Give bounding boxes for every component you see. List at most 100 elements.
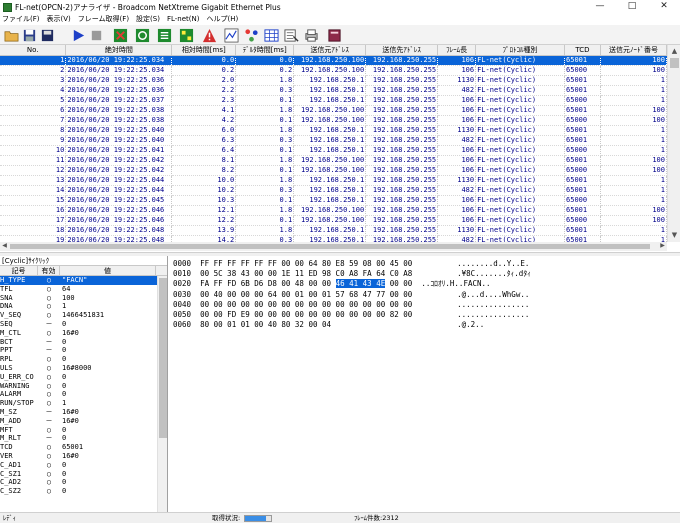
field-scroll-thumb[interactable] [159, 278, 167, 438]
menu-capture[interactable]: フレーム取得(F) [78, 14, 129, 24]
packet-row[interactable]: 1 2016/06/20 19:22:25.034 0.0 0.0 192.168.25… [0, 55, 667, 66]
field-row[interactable]: M_CTL ○ 16#0 [0, 329, 167, 338]
cell-delta-time: 0.1 [235, 215, 295, 226]
status-bar: ﾚﾃﾞｨ 取得状況: ﾌﾚｰﾑ件数:2312 [0, 512, 680, 523]
table-icon[interactable] [263, 27, 279, 43]
cell-relative-time: 10.3 [171, 195, 237, 206]
filter-icon[interactable] [283, 27, 299, 43]
col-no[interactable]: No. [0, 45, 67, 56]
col-source-address[interactable]: 送信元ｱﾄﾞﾚｽ [293, 45, 367, 56]
col-frame-length[interactable]: ﾌﾚｰﾑ長 [437, 45, 477, 56]
field-row[interactable]: RPL ○ 0 [0, 355, 167, 364]
book-icon[interactable] [326, 27, 342, 43]
cell-relative-time: 0.2 [171, 65, 237, 76]
col-absolute-time[interactable]: 絶対時間 [65, 45, 173, 56]
field-row[interactable]: DNA ○ 1 [0, 302, 167, 311]
packet-row[interactable]: 15 2016/06/20 19:22:25.045 10.3 0.1 192.168.… [0, 195, 667, 206]
save-all-icon[interactable] [39, 27, 55, 43]
packet-row[interactable]: 3 2016/06/20 19:22:25.036 2.0 1.8 192.168.25… [0, 75, 667, 86]
close-button[interactable]: ✕ [648, 0, 680, 14]
field-row[interactable]: M_ADD － 16#0 [0, 417, 167, 426]
list-icon[interactable] [156, 27, 172, 43]
scroll-thumb[interactable] [670, 58, 679, 68]
packet-row[interactable]: 9 2016/06/20 19:22:25.040 6.3 0.3 192.168.25… [0, 135, 667, 146]
maximize-button[interactable]: □ [616, 0, 648, 14]
packet-row[interactable]: 5 2016/06/20 19:22:25.037 2.3 0.1 192.168.25… [0, 95, 667, 106]
col-value[interactable]: 値 [60, 266, 156, 275]
field-row[interactable]: M_RLT － 0 [0, 434, 167, 443]
packet-row[interactable]: 8 2016/06/20 19:22:25.040 6.0 1.8 192.168.25… [0, 125, 667, 136]
field-row[interactable]: C_SZ2 ○ 0 [0, 487, 167, 496]
field-row[interactable]: MFT ○ 0 [0, 426, 167, 435]
packet-row[interactable]: 18 2016/06/20 19:22:25.048 13.9 1.8 192.168.… [0, 225, 667, 236]
packet-row[interactable]: 7 2016/06/20 19:22:25.038 4.2 0.1 192.168.25… [0, 115, 667, 126]
open-folder-icon[interactable] [3, 27, 19, 43]
field-row[interactable]: U_ERR_CO ○ 0 [0, 373, 167, 382]
packet-row[interactable]: 2 2016/06/20 19:22:25.034 0.2 0.2 192.168.25… [0, 65, 667, 76]
packet-row[interactable]: 6 2016/06/20 19:22:25.038 4.1 1.8 192.168.25… [0, 105, 667, 116]
stop-icon[interactable] [88, 27, 104, 43]
graph-icon[interactable] [223, 27, 239, 43]
packet-row[interactable]: 13 2016/06/20 19:22:25.044 10.0 1.8 192.168.… [0, 175, 667, 186]
packet-row[interactable]: 4 2016/06/20 19:22:25.036 2.2 0.3 192.168.25… [0, 85, 667, 96]
field-row[interactable]: H_TYPE ○ "FACN" [0, 276, 167, 285]
field-row[interactable]: TCD ○ 65001 [0, 443, 167, 452]
play-icon[interactable] [70, 27, 86, 43]
menu-settings[interactable]: 設定(S) [136, 14, 160, 24]
field-row[interactable]: TFL ○ 64 [0, 285, 167, 294]
scroll-right-arrow[interactable]: ▶ [658, 242, 667, 251]
field-row[interactable]: M_SZ － 16#0 [0, 408, 167, 417]
col-source-node[interactable]: 送信元ﾉｰﾄﾞ番号 [600, 45, 667, 56]
hscroll-thumb[interactable] [10, 244, 650, 249]
col-symbol[interactable]: 記号 [0, 266, 38, 275]
menu-view[interactable]: 表示(V) [47, 14, 71, 24]
menu-file[interactable]: ファイル(F) [2, 14, 40, 24]
packet-row[interactable]: 17 2016/06/20 19:22:25.046 12.2 0.1 192.168.… [0, 215, 667, 226]
field-row[interactable]: ULS ○ 16#8000 [0, 364, 167, 373]
menu-flnet[interactable]: FL-net(N) [167, 15, 200, 23]
packet-row[interactable]: 11 2016/06/20 19:22:25.042 8.1 1.8 192.168.2… [0, 155, 667, 166]
col-delta-time[interactable]: ﾃﾞﾙﾀ時間[ms] [235, 45, 295, 56]
print-icon[interactable] [303, 27, 319, 43]
packet-row[interactable]: 10 2016/06/20 19:22:25.041 6.4 0.1 192.168.2… [0, 145, 667, 156]
packet-list-hscroll[interactable]: ◀ ▶ [0, 242, 667, 251]
field-row[interactable]: BCT － 0 [0, 338, 167, 347]
field-row[interactable]: C_SZ1 ○ 0 [0, 470, 167, 479]
col-destination-address[interactable]: 送信先ｱﾄﾞﾚｽ [365, 45, 439, 56]
packet-row[interactable]: 12 2016/06/20 19:22:25.042 8.2 0.1 192.168.2… [0, 165, 667, 176]
packet-list-vscroll[interactable]: ▲ ▼ [667, 45, 680, 242]
col-valid[interactable]: 有効 [38, 266, 60, 275]
packet-row[interactable]: 14 2016/06/20 19:22:25.044 10.2 0.3 192.168.… [0, 185, 667, 196]
field-row[interactable]: VER ○ 16#0 [0, 452, 167, 461]
refresh-icon[interactable] [134, 27, 150, 43]
field-row[interactable]: C_AD2 ○ 0 [0, 478, 167, 487]
capture-icon[interactable] [112, 27, 128, 43]
field-row[interactable]: V_SEQ ○ 1466451831 [0, 311, 167, 320]
field-row[interactable]: SEQ － 0 [0, 320, 167, 329]
col-protocol[interactable]: ﾌﾟﾛﾄｺﾙ種別 [475, 45, 566, 56]
field-row[interactable]: C_AD1 ○ 0 [0, 461, 167, 470]
cell-no: 7 [0, 115, 67, 126]
minimize-button[interactable]: — [584, 0, 616, 14]
cell-delta-time: 1.8 [235, 125, 295, 136]
node-map-icon[interactable] [243, 27, 259, 43]
col-relative-time[interactable]: 相対時間[ms] [171, 45, 237, 56]
col-tcd[interactable]: TCD [564, 45, 601, 56]
scroll-down-arrow[interactable]: ▼ [668, 229, 680, 242]
network-icon[interactable] [178, 27, 194, 43]
field-row[interactable]: RUN/STOP ○ 1 [0, 399, 167, 408]
cell-tcd: 65001 [564, 225, 601, 236]
field-pane-vscroll[interactable] [157, 276, 167, 512]
save-disk-icon[interactable] [21, 27, 37, 43]
warning-icon[interactable] [201, 27, 217, 43]
packet-row[interactable]: 16 2016/06/20 19:22:25.046 12.1 1.8 192.168.… [0, 205, 667, 216]
cell-absolute-time: 2016/06/20 19:22:25.045 [65, 195, 173, 206]
field-row[interactable]: ALARM ○ 0 [0, 390, 167, 399]
field-row[interactable]: SNA ○ 100 [0, 294, 167, 303]
menu-help[interactable]: ヘルプ(H) [206, 14, 238, 24]
cell-frame-length: 106 [437, 95, 477, 106]
field-row[interactable]: WARNING ○ 0 [0, 382, 167, 391]
scroll-left-arrow[interactable]: ◀ [0, 242, 9, 251]
field-row[interactable]: PPT － 0 [0, 346, 167, 355]
scroll-up-arrow[interactable]: ▲ [668, 45, 680, 58]
